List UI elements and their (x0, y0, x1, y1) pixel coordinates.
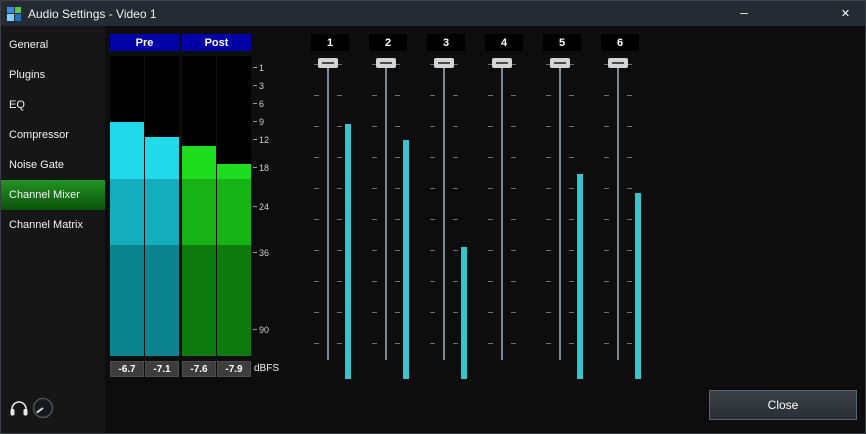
channel-4-slider-track (501, 64, 503, 360)
prepost-meters: Pre Post 1 3 6 9 12 18 24 36 (110, 34, 295, 384)
sidebar-item-plugins[interactable]: Plugins (1, 60, 105, 90)
channel-1: 1 (301, 34, 359, 380)
channel-2-slider[interactable] (359, 58, 417, 380)
app-icon (7, 7, 21, 21)
channel-6: 6 (591, 34, 649, 380)
channel-sliders: 1 2 (301, 34, 649, 380)
pre-meter-left (110, 56, 144, 356)
minimize-button[interactable]: ─ (722, 1, 766, 26)
channel-5-meter (577, 64, 583, 379)
channel-6-slider-handle[interactable] (608, 58, 628, 68)
channel-4-slider[interactable] (475, 58, 533, 380)
tick-marks (453, 64, 458, 356)
channel-5: 5 (533, 34, 591, 380)
pre-meter-right-level (145, 56, 179, 137)
sidebar-item-eq[interactable]: EQ (1, 90, 105, 120)
channel-2-slider-handle[interactable] (376, 58, 396, 68)
scale-label: 3 (253, 81, 264, 91)
tick-marks (314, 64, 319, 356)
channel-mixer-panel: Pre Post 1 3 6 9 12 18 24 36 (105, 26, 865, 433)
titlebar-spacer (766, 1, 826, 26)
channel-1-slider-handle[interactable] (318, 58, 338, 68)
channel-6-label: 6 (601, 34, 639, 51)
channel-5-meter-fill (577, 174, 583, 379)
sidebar-item-noise-gate[interactable]: Noise Gate (1, 150, 105, 180)
channel-6-slider-track (617, 64, 619, 360)
dbfs-unit-label: dBFS (254, 363, 279, 374)
close-window-button[interactable]: ✕ (826, 1, 865, 26)
channel-2: 2 (359, 34, 417, 380)
channel-3-meter-fill (461, 247, 467, 379)
channel-4-slider-handle[interactable] (492, 58, 512, 68)
channel-1-meter-fill (345, 124, 351, 379)
scale-label: 6 (253, 99, 264, 109)
channel-1-label: 1 (311, 34, 349, 51)
channel-1-slider-track (327, 64, 329, 360)
post-meter-left (182, 56, 216, 356)
channel-6-slider[interactable] (591, 58, 649, 380)
channel-4-meter (519, 64, 525, 379)
channel-1-slider[interactable] (301, 58, 359, 380)
channel-6-meter (635, 64, 641, 379)
pre-meter-left-level (110, 56, 144, 122)
channel-4-label: 4 (485, 34, 523, 51)
channel-5-slider-track (559, 64, 561, 360)
channel-2-slider-track (385, 64, 387, 360)
scale-label: 90 (253, 325, 269, 335)
channel-2-label: 2 (369, 34, 407, 51)
close-button[interactable]: Close (709, 390, 857, 420)
scale-label: 9 (253, 117, 264, 127)
channel-5-slider-handle[interactable] (550, 58, 570, 68)
titlebar[interactable]: Audio Settings - Video 1 ─ ✕ (1, 1, 865, 26)
tick-marks (627, 64, 632, 356)
scale-label: 18 (253, 163, 269, 173)
channel-4: 4 (475, 34, 533, 380)
post-meter-header: Post (182, 34, 251, 51)
tick-marks (546, 64, 551, 356)
post-left-dbfs-value: -7.6 (182, 361, 216, 377)
scale-label: 1 (253, 63, 264, 73)
tick-marks (337, 64, 342, 356)
tick-marks (569, 64, 574, 356)
tick-marks (372, 64, 377, 356)
sidebar-item-compressor[interactable]: Compressor (1, 120, 105, 150)
pre-right-dbfs-value: -7.1 (145, 361, 179, 377)
channel-3-slider-handle[interactable] (434, 58, 454, 68)
window-title: Audio Settings - Video 1 (28, 7, 722, 21)
channel-3-slider-track (443, 64, 445, 360)
channel-3-label: 3 (427, 34, 465, 51)
post-meter-right-level (217, 56, 251, 164)
settings-sidebar: General Plugins EQ Compressor Noise Gate… (1, 26, 105, 433)
channel-1-meter (345, 64, 351, 379)
sidebar-item-channel-mixer[interactable]: Channel Mixer (1, 180, 105, 210)
tick-marks (488, 64, 493, 356)
channel-3-meter (461, 64, 467, 379)
channel-3: 3 (417, 34, 475, 380)
headphones-icon[interactable] (9, 399, 29, 422)
audio-settings-window: Audio Settings - Video 1 ─ ✕ General Plu… (0, 0, 866, 434)
channel-6-meter-fill (635, 193, 641, 379)
pre-left-dbfs-value: -6.7 (110, 361, 144, 377)
channel-5-label: 5 (543, 34, 581, 51)
pre-meter-right (145, 56, 179, 356)
meter-db-scale: 1 3 6 9 12 18 24 36 90 (253, 56, 279, 356)
scale-label: 24 (253, 202, 269, 212)
headphone-volume-knob[interactable] (32, 397, 54, 424)
pre-meter-header: Pre (110, 34, 179, 51)
channel-2-meter-fill (403, 140, 409, 379)
tick-marks (430, 64, 435, 356)
channel-5-slider[interactable] (533, 58, 591, 380)
post-meter-right (217, 56, 251, 356)
scale-label: 12 (253, 135, 269, 145)
sidebar-item-channel-matrix[interactable]: Channel Matrix (1, 210, 105, 240)
tick-marks (511, 64, 516, 356)
sidebar-item-general[interactable]: General (1, 30, 105, 60)
channel-3-slider[interactable] (417, 58, 475, 380)
tick-marks (395, 64, 400, 356)
channel-2-meter (403, 64, 409, 379)
tick-marks (604, 64, 609, 356)
post-right-dbfs-value: -7.9 (217, 361, 251, 377)
scale-label: 36 (253, 248, 269, 258)
post-meter-left-level (182, 56, 216, 146)
